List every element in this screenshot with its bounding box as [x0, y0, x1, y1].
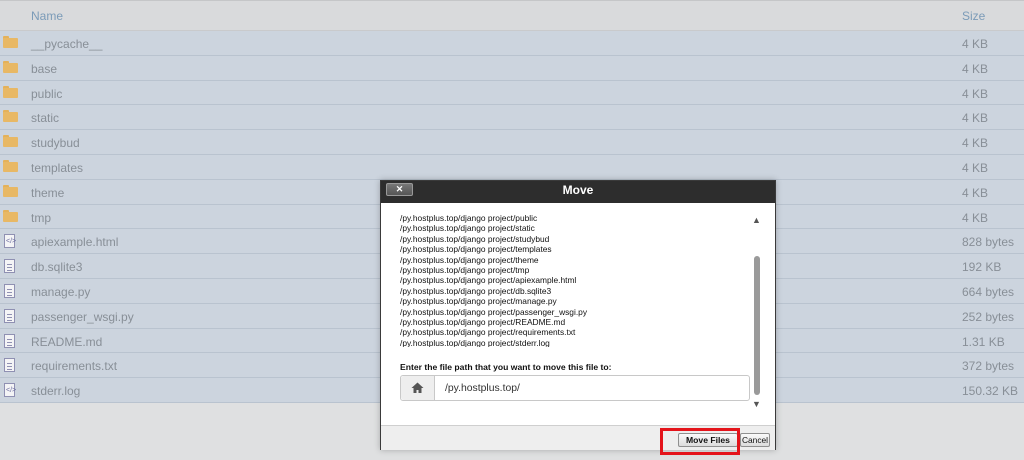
file-size: 4 KB — [962, 210, 989, 225]
file-size: 150.32 KB — [962, 384, 1019, 399]
file-name: manage.py — [31, 284, 91, 299]
dialog-footer: Move Files Cancel — [381, 425, 775, 450]
destination-path-group — [400, 375, 755, 401]
path-item: /py.hostplus.top/django project/manage.p… — [400, 296, 557, 307]
file-size: 4 KB — [962, 111, 989, 126]
file-name: templates — [31, 160, 84, 175]
path-item: /py.hostplus.top/django project/README.m… — [400, 317, 566, 328]
file-name: static — [31, 111, 60, 126]
file-row[interactable]: studybud 4 KB — [0, 130, 1024, 155]
file-row[interactable]: public 4 KB — [0, 80, 1024, 106]
file-name: base — [31, 61, 58, 76]
scroll-down-arrow-icon[interactable]: ▼ — [752, 399, 761, 409]
move-files-button[interactable]: Move Files — [678, 433, 738, 447]
file-size: 1.31 KB — [962, 334, 1005, 349]
move-dialog: ✕ Move /py.hostplus.top/django project/p… — [380, 180, 776, 450]
file-row[interactable]: static 4 KB — [0, 105, 1024, 131]
file-row[interactable]: base 4 KB — [0, 55, 1024, 81]
file-name: requirements.txt — [31, 359, 118, 374]
dialog-title-bar: ✕ Move — [381, 181, 775, 203]
file-size: 372 bytes — [962, 359, 1015, 374]
path-item: /py.hostplus.top/django project/tmp — [400, 265, 530, 276]
file-row[interactable]: templates 4 KB — [0, 154, 1024, 180]
file-size: 4 KB — [962, 37, 989, 51]
path-item: /py.hostplus.top/django project/apiexamp… — [400, 275, 577, 286]
path-item: /py.hostplus.top/django project/studybud — [400, 233, 550, 244]
file-size: 4 KB — [962, 185, 989, 200]
close-button[interactable]: ✕ — [386, 183, 413, 196]
file-list-header: Name Size — [0, 0, 1024, 31]
file-icon — [4, 333, 15, 348]
file-size: 4 KB — [962, 160, 989, 175]
path-item: /py.hostplus.top/django project/db.sqlit… — [400, 285, 552, 296]
folder-icon — [3, 60, 18, 75]
path-item: /py.hostplus.top/django project/requirem… — [400, 327, 576, 338]
file-name: theme — [31, 185, 65, 200]
file-name: passenger_wsgi.py — [31, 309, 134, 324]
file-name: README.md — [31, 334, 103, 349]
path-item: /py.hostplus.top/django project/stderr.l… — [400, 337, 550, 347]
file-size: 4 KB — [962, 86, 989, 101]
dialog-title: Move — [562, 183, 594, 197]
folder-icon — [3, 159, 18, 174]
file-name: __pycache__ — [31, 37, 103, 51]
file-name: db.sqlite3 — [31, 260, 83, 275]
file-name: apiexample.html — [31, 235, 119, 250]
file-size: 828 bytes — [962, 235, 1015, 250]
path-item: /py.hostplus.top/django project/template… — [400, 244, 552, 255]
file-icon — [4, 358, 15, 373]
file-name: studybud — [31, 136, 80, 151]
file-size: 192 KB — [962, 260, 1002, 275]
file-name: tmp — [31, 210, 52, 225]
folder-icon — [3, 184, 18, 199]
home-icon — [401, 376, 435, 400]
cancel-button[interactable]: Cancel — [740, 433, 770, 447]
file-icon — [4, 283, 15, 298]
scrollbar-thumb[interactable] — [754, 256, 760, 395]
file-size: 252 bytes — [962, 309, 1015, 324]
path-item: /py.hostplus.top/django project/public — [400, 213, 538, 223]
file-size: 4 KB — [962, 136, 989, 151]
file-size: 4 KB — [962, 61, 989, 76]
destination-prompt: Enter the file path that you want to mov… — [400, 362, 612, 372]
name-column-header[interactable]: Name — [31, 9, 63, 23]
html-file-icon: </> — [4, 234, 16, 249]
path-item: /py.hostplus.top/django project/static — [400, 223, 535, 234]
file-icon — [4, 308, 15, 323]
file-row[interactable]: __pycache__ 4 KB — [0, 31, 1024, 56]
folder-icon — [3, 209, 18, 224]
destination-path-input[interactable] — [435, 376, 755, 400]
folder-icon — [3, 36, 18, 50]
html-file-icon: </> — [4, 383, 16, 398]
file-name: public — [31, 86, 63, 101]
size-column-header[interactable]: Size — [962, 9, 985, 23]
folder-icon — [3, 110, 18, 124]
selected-paths-list: /py.hostplus.top/django project/public /… — [400, 213, 745, 347]
file-icon — [4, 259, 15, 274]
path-item: /py.hostplus.top/django project/passenge… — [400, 306, 588, 317]
folder-icon — [3, 85, 18, 100]
file-size: 664 bytes — [962, 284, 1015, 299]
file-name: stderr.log — [31, 384, 81, 399]
scroll-up-arrow-icon[interactable]: ▲ — [752, 215, 761, 225]
folder-icon — [3, 135, 18, 149]
path-item: /py.hostplus.top/django project/theme — [400, 254, 539, 265]
